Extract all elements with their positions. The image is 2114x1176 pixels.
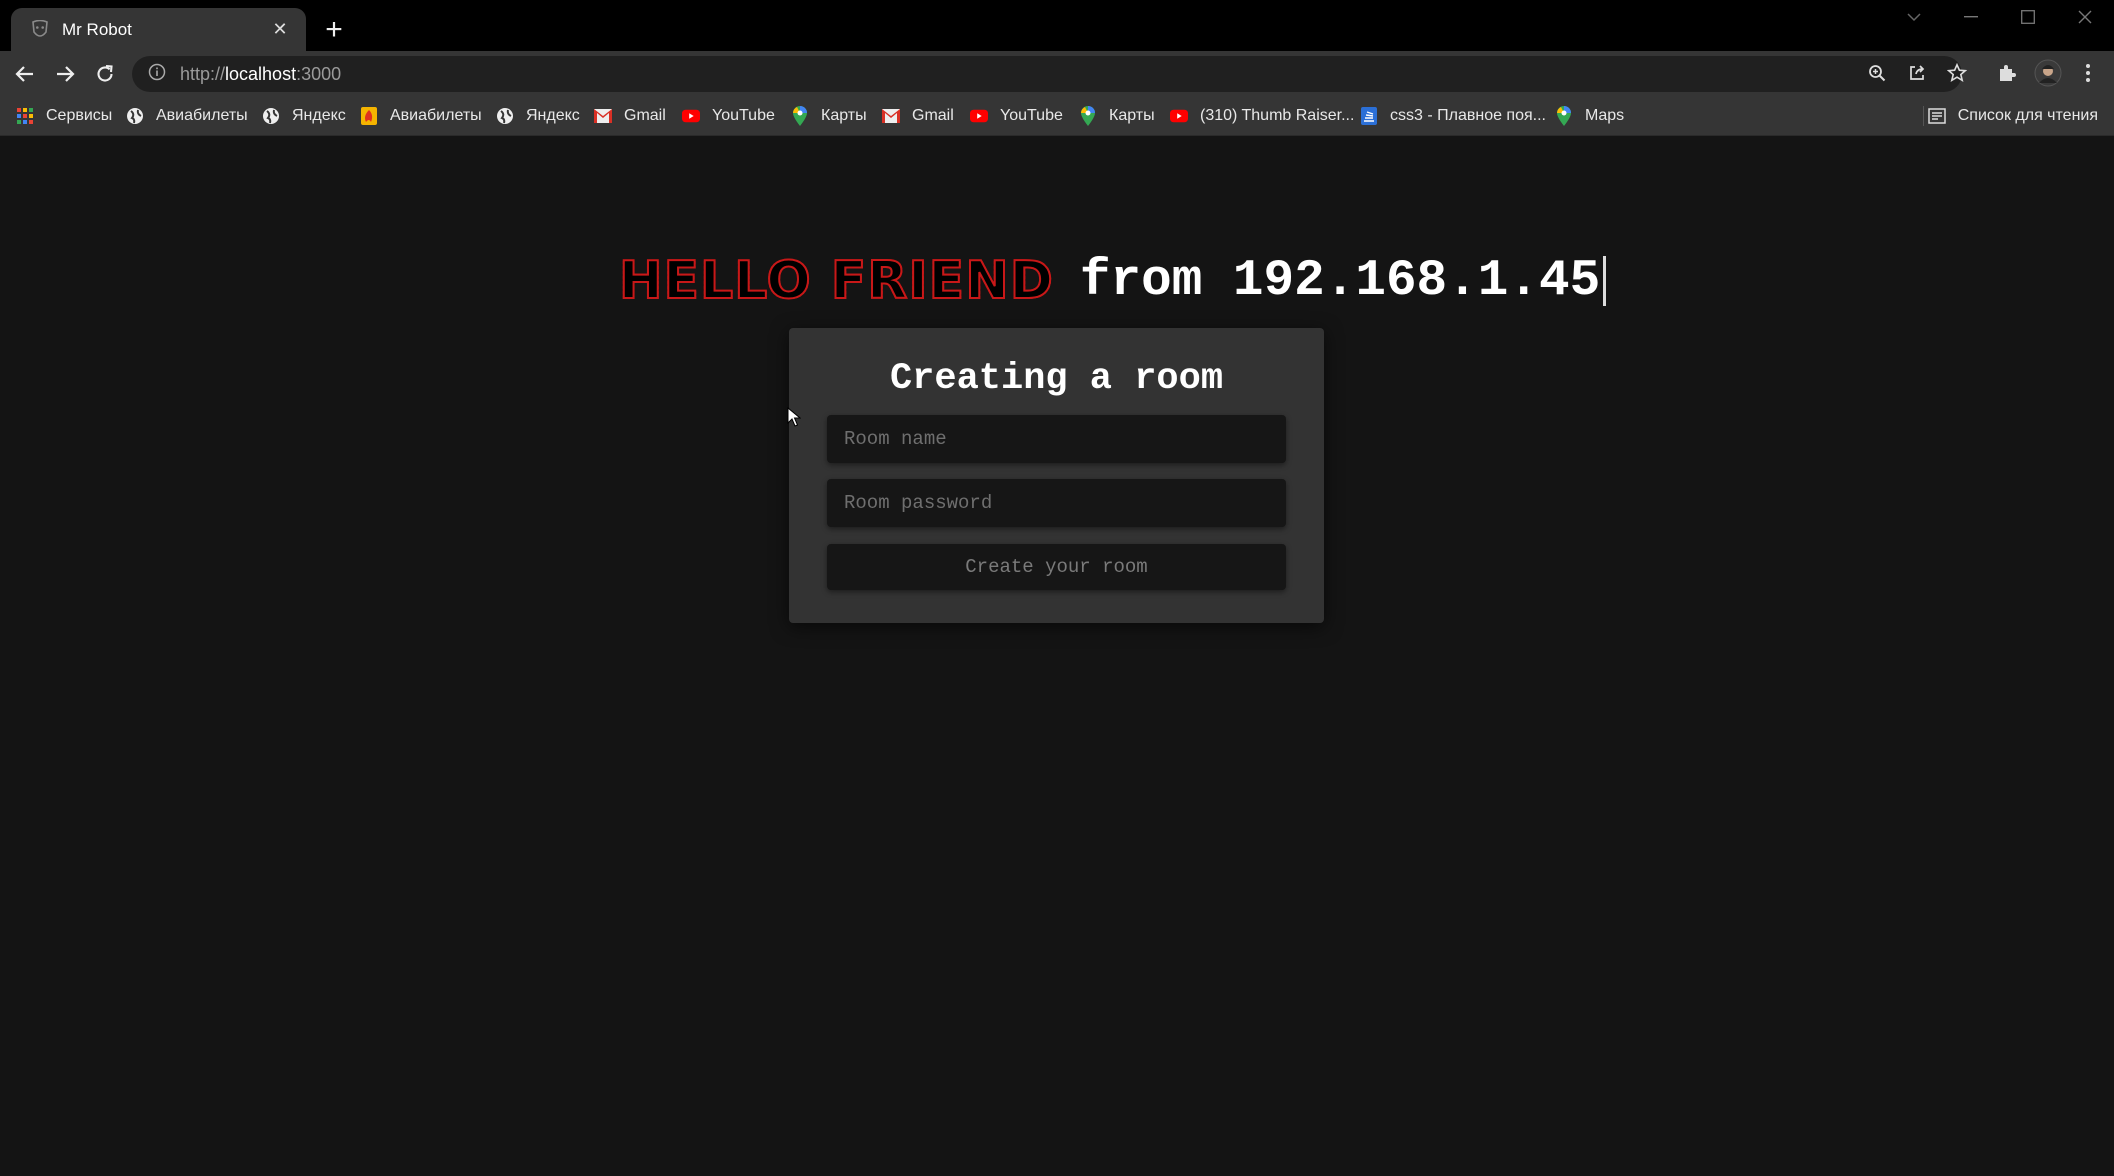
new-tab-icon[interactable]: + <box>318 14 350 46</box>
room-password-input[interactable] <box>827 479 1286 527</box>
bookmark-thumb-raiser[interactable]: (310) Thumb Raiser... <box>1170 96 1354 136</box>
url-host: localhost <box>225 63 297 84</box>
title-bar: Mr Robot ✕ + <box>0 0 2114 51</box>
bookmark-gmail-2[interactable]: Gmail <box>882 96 954 136</box>
gmail-icon <box>594 107 612 125</box>
client-ip-text: from 192.168.1.45 <box>1079 252 1601 310</box>
bookmark-star-icon[interactable] <box>1941 57 1973 89</box>
page-headline: HELLO FRIEND from 192.168.1.45 <box>618 241 1607 321</box>
mouse-cursor-icon <box>787 406 802 432</box>
gmail-icon <box>882 107 900 125</box>
bookmark-css3[interactable]: css3 - Плавное поя... <box>1360 96 1546 136</box>
share-icon[interactable] <box>1901 57 1933 89</box>
bookmark-label: YouTube <box>712 107 775 124</box>
bookmarks-bar: Сервисы Авиабилеты Яндекс Авиабилеты Янд… <box>0 96 2114 136</box>
bookmark-label: Gmail <box>624 107 666 124</box>
bookmark-services[interactable]: Сервисы <box>16 96 112 136</box>
bookmark-label: Gmail <box>912 107 954 124</box>
reading-list-button[interactable]: Список для чтения <box>1927 96 2098 136</box>
room-name-input[interactable] <box>827 415 1286 463</box>
address-bar[interactable]: http://localhost:3000 <box>132 56 1962 92</box>
bookmark-gmail-1[interactable]: Gmail <box>594 96 666 136</box>
close-window-icon[interactable] <box>2057 0 2113 34</box>
bookmark-label: Карты <box>1109 107 1155 124</box>
apps-grid-icon <box>16 107 34 125</box>
globe-icon <box>262 107 280 125</box>
url-port: :3000 <box>296 63 342 84</box>
maximize-icon[interactable] <box>2000 0 2056 34</box>
reload-icon[interactable] <box>88 57 122 91</box>
bookmark-maps-2[interactable]: Карты <box>1079 96 1155 136</box>
forward-arrow-icon[interactable] <box>48 57 82 91</box>
youtube-icon <box>1170 107 1188 125</box>
reading-list-icon <box>1927 108 1946 124</box>
page-content: HELLO FRIEND from 192.168.1.45 Creating … <box>0 137 2114 1176</box>
bookmark-maps-1[interactable]: Карты <box>791 96 867 136</box>
bookmark-yandex-1[interactable]: Яндекс <box>262 96 346 136</box>
browser-tab[interactable]: Mr Robot ✕ <box>11 8 306 51</box>
globe-icon <box>496 107 514 125</box>
extensions-puzzle-icon[interactable] <box>1991 57 2023 89</box>
bookmark-label: Яндекс <box>292 107 346 124</box>
bookmark-label: (310) Thumb Raiser... <box>1200 107 1355 124</box>
hello-friend-logo: HELLO FRIEND <box>618 250 1054 312</box>
bookmark-label: css3 - Плавное поя... <box>1390 107 1546 124</box>
reading-list-label: Список для чтения <box>1957 107 2098 124</box>
navigation-bar: http://localhost:3000 <box>0 51 2114 96</box>
stackoverflow-icon <box>1360 107 1378 125</box>
bookmark-label: Яндекс <box>526 107 580 124</box>
minimize-icon[interactable] <box>1943 0 1999 34</box>
bookmark-aviabilety-1[interactable]: Авиабилеты <box>126 96 248 136</box>
zoom-icon[interactable] <box>1861 57 1893 89</box>
card-title: Creating a room <box>889 358 1224 400</box>
bookmark-label: Авиабилеты <box>156 107 248 124</box>
bookmark-label: Сервисы <box>46 107 113 124</box>
bookmark-label: Карты <box>821 107 867 124</box>
site-info-icon[interactable] <box>148 63 166 86</box>
url-text[interactable]: http://localhost:3000 <box>180 64 341 85</box>
menu-kebab-icon[interactable] <box>2072 57 2104 89</box>
globe-icon <box>126 107 144 125</box>
bookmark-youtube-1[interactable]: YouTube <box>682 96 775 136</box>
back-arrow-icon[interactable] <box>8 57 42 91</box>
typing-caret <box>1603 256 1607 306</box>
close-tab-icon[interactable]: ✕ <box>268 18 292 42</box>
bookmark-maps-3[interactable]: Maps <box>1555 96 1624 136</box>
tab-search-icon[interactable] <box>1886 0 1942 34</box>
create-room-card: Creating a room Create your room <box>789 328 1324 623</box>
mask-favicon-icon <box>29 19 50 40</box>
bookmark-label: YouTube <box>1000 107 1063 124</box>
bookmark-yandex-2[interactable]: Яндекс <box>496 96 580 136</box>
youtube-icon <box>682 107 700 125</box>
bookmark-youtube-2[interactable]: YouTube <box>970 96 1063 136</box>
bookmark-label: Авиабилеты <box>390 107 482 124</box>
create-room-button[interactable]: Create your room <box>827 544 1286 590</box>
bookmarks-divider <box>1923 106 1924 126</box>
tab-title: Mr Robot <box>62 19 132 39</box>
url-scheme: http:// <box>180 63 226 84</box>
maps-pin-icon <box>791 106 809 126</box>
maps-pin-icon <box>1079 106 1097 126</box>
maps-pin-icon <box>1555 106 1573 126</box>
flame-icon <box>360 107 378 125</box>
bookmark-label: Maps <box>1585 107 1625 124</box>
profile-avatar[interactable] <box>2032 57 2064 89</box>
youtube-icon <box>970 107 988 125</box>
bookmark-aviabilety-2[interactable]: Авиабилеты <box>360 96 482 136</box>
